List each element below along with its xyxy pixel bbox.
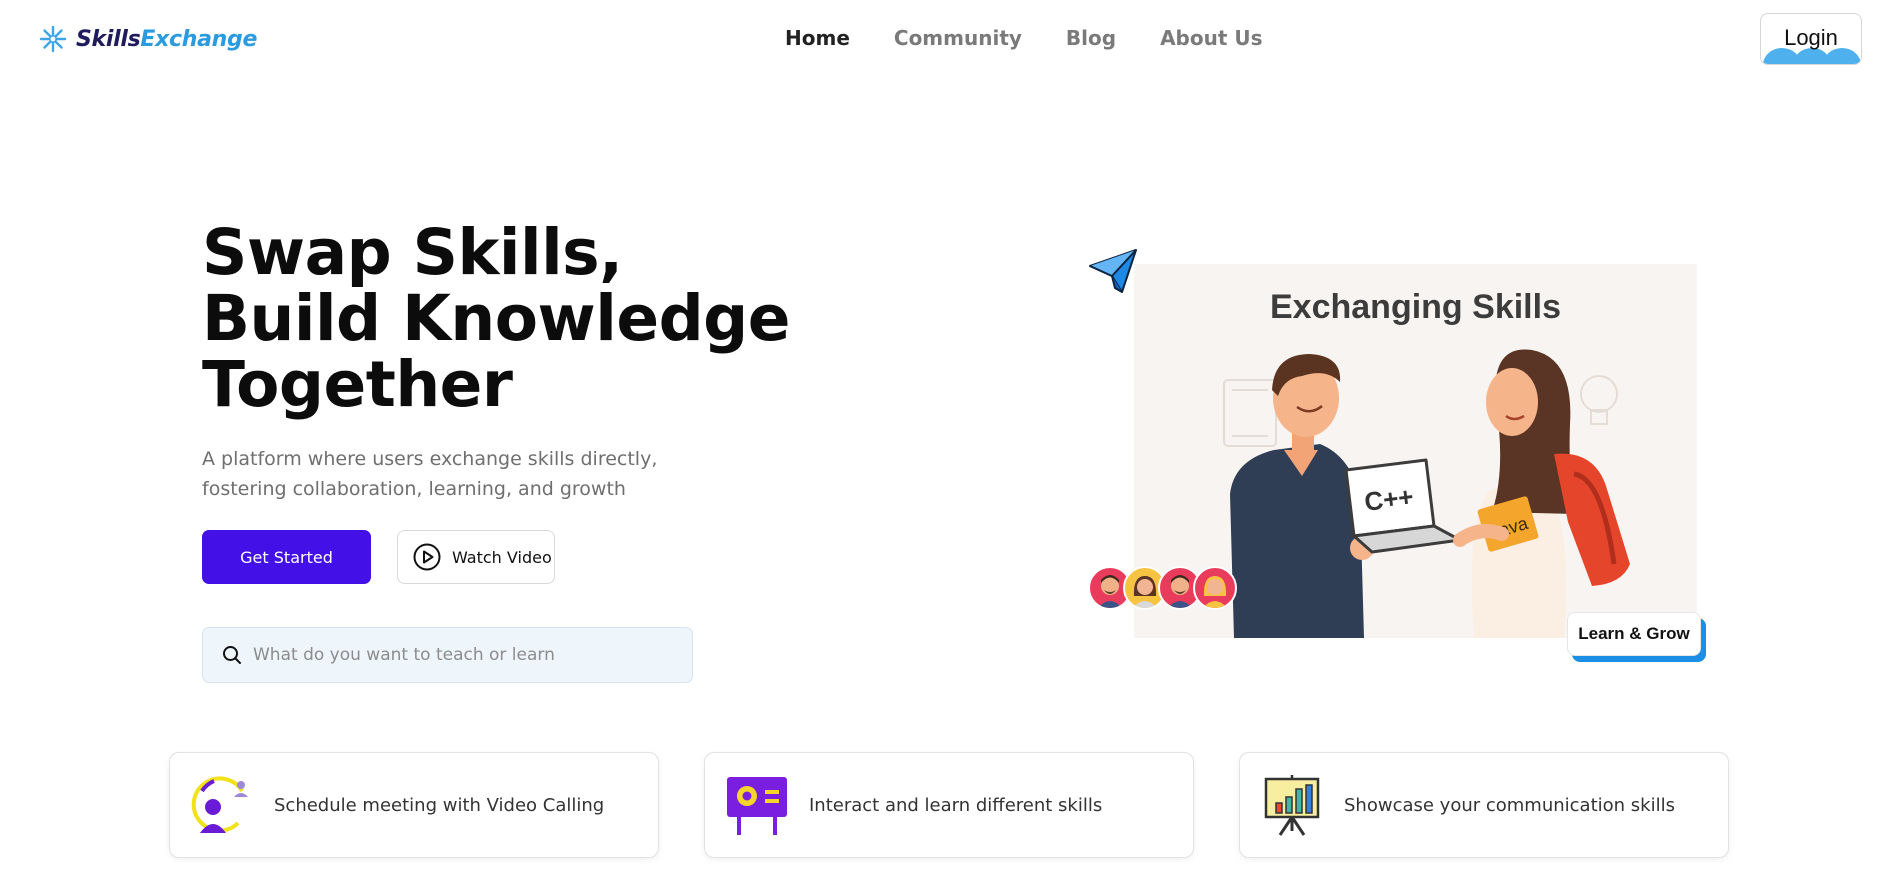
feature-label: Interact and learn different skills xyxy=(809,794,1103,816)
laptop-label: C++ xyxy=(1363,481,1415,517)
login-button[interactable]: Login xyxy=(1760,13,1862,65)
paper-plane-icon xyxy=(1089,249,1137,293)
hero-title-line: Together xyxy=(202,348,513,421)
feature-card-communication[interactable]: Showcase your communication skills xyxy=(1239,752,1729,858)
main-nav: Home Community Blog About Us xyxy=(785,26,1263,50)
watch-video-label: Watch Video xyxy=(452,547,552,567)
brand-name-part1: Skills xyxy=(76,26,141,52)
login-button-label: Login xyxy=(1784,25,1838,50)
presentation-board-icon xyxy=(727,777,787,835)
nav-link-blog[interactable]: Blog xyxy=(1066,26,1116,50)
hero-title-line: Build Knowledge xyxy=(202,282,791,355)
search-input[interactable] xyxy=(253,645,673,665)
lightbulb-doodle-icon xyxy=(1580,375,1618,425)
user-avatar-group xyxy=(1088,566,1237,614)
feature-card-video-calling[interactable]: Schedule meeting with Video Calling xyxy=(169,752,659,858)
feature-label: Schedule meeting with Video Calling xyxy=(274,794,605,816)
brand-name: SkillsExchange xyxy=(76,27,257,52)
nav-link-community[interactable]: Community xyxy=(894,26,1022,50)
book-doodle-icon xyxy=(1223,379,1277,447)
avatar xyxy=(1193,566,1237,610)
search-bar xyxy=(202,627,693,683)
woman-figure: Java xyxy=(1453,349,1630,638)
top-nav: SkillsExchange Home Community Blog About… xyxy=(0,0,1887,80)
hero-subtitle: A platform where users exchange skills d… xyxy=(202,448,658,500)
search-icon xyxy=(223,646,241,664)
feature-card-learn-skills[interactable]: Interact and learn different skills xyxy=(704,752,1194,858)
learn-grow-badge: Learn & Grow xyxy=(1567,612,1701,656)
female-avatar-icon xyxy=(1203,576,1227,608)
brand-logo[interactable]: SkillsExchange xyxy=(38,24,257,54)
video-call-icon xyxy=(191,776,248,833)
feature-label: Showcase your communication skills xyxy=(1344,794,1675,816)
nav-link-about-us[interactable]: About Us xyxy=(1160,26,1262,50)
bar-chart-easel-icon xyxy=(1264,775,1320,836)
snowflake-logo-icon xyxy=(39,25,67,53)
hero-title-line: Swap Skills, xyxy=(202,216,623,289)
watch-video-button[interactable]: Watch Video xyxy=(397,530,555,584)
nav-link-home[interactable]: Home xyxy=(785,26,850,50)
laptop-icon: C++ xyxy=(1344,458,1462,554)
hero-title: Swap Skills, Build Knowledge Together xyxy=(202,216,791,421)
play-circle-icon xyxy=(413,543,441,571)
brand-name-part2: Exchange xyxy=(140,26,258,52)
get-started-button[interactable]: Get Started xyxy=(202,530,371,584)
